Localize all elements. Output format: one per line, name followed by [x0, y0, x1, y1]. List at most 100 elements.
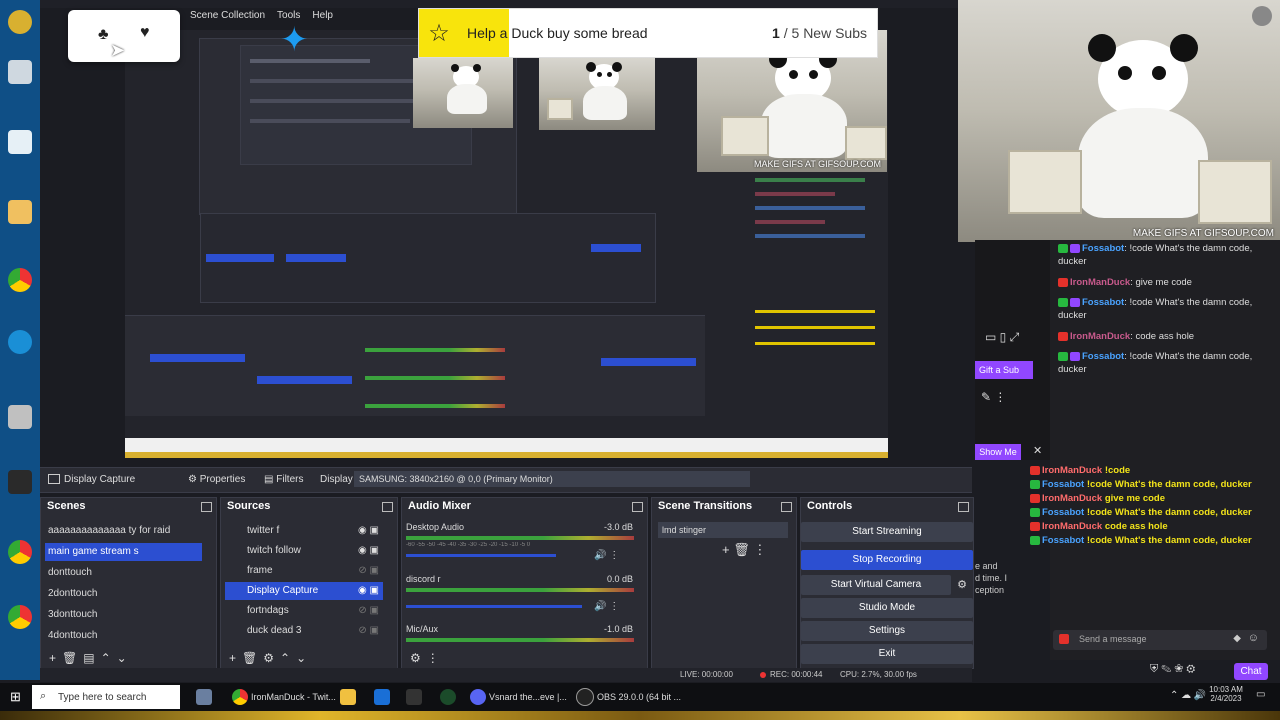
- desktop-file-icon[interactable]: [4, 200, 36, 224]
- emote-icon[interactable]: ☺: [1248, 632, 1259, 644]
- desktop-app-icon[interactable]: [4, 130, 36, 154]
- windows-taskbar: ⊞ ⌕ Type here to search IronManDuck - Tw…: [0, 683, 1280, 711]
- gift-sub-button[interactable]: Gift a Sub: [975, 361, 1033, 379]
- heart-icon[interactable]: ♥: [140, 24, 150, 42]
- nested-taskbar: [125, 438, 888, 452]
- sources-dock: Sources twitter f ◉ ▣ twitch follow ◉ ▣ fr…: [220, 497, 398, 669]
- nested-panda-gif: [413, 58, 513, 128]
- windows-start-icon[interactable]: ⊞: [10, 689, 21, 705]
- star-icon: ☆: [419, 9, 459, 57]
- tray-icons[interactable]: ⌃ ☁ 🔊: [1170, 690, 1206, 701]
- studio-mode-button[interactable]: Studio Mode: [801, 598, 973, 618]
- clock[interactable]: 10:03 AM 2/4/2023: [1208, 685, 1244, 703]
- source-item[interactable]: twitch follow ◉ ▣: [225, 542, 383, 560]
- up-icon[interactable]: ⌃: [280, 651, 290, 665]
- taskbar-chrome[interactable]: IronManDuck - Twit...: [232, 686, 336, 708]
- filter-icon[interactable]: ▤: [83, 651, 94, 665]
- chat-line: Fossabot: !code What's the damn code, du…: [1058, 243, 1253, 267]
- chat-button[interactable]: Chat: [1234, 663, 1268, 680]
- stop-recording-button[interactable]: Stop Recording: [801, 550, 973, 570]
- chat-tools-icons[interactable]: ⛨ ✎ ❀ ⚙: [1150, 663, 1195, 676]
- controls-title: Controls: [807, 500, 853, 512]
- taskbar-obs[interactable]: OBS 29.0.0 (64 bit ...: [576, 686, 681, 708]
- overlay-chat-line: Fossabot !code What's the damn code, duc…: [1030, 506, 1252, 520]
- bits-icon[interactable]: ◆: [1233, 633, 1241, 644]
- mouse-cursor-icon: ➤: [110, 40, 126, 60]
- properties-button[interactable]: ⚙ Properties: [188, 474, 245, 485]
- taskbar-app[interactable]: [196, 686, 212, 708]
- show-me-button[interactable]: Show Me: [975, 444, 1021, 460]
- scene-item[interactable]: donttouch: [45, 564, 202, 582]
- mixer-toolbar: ⚙ ⋮: [410, 650, 439, 666]
- taskbar-discord[interactable]: Vsnard the...eve |...: [470, 686, 567, 708]
- scene-item[interactable]: aaaaaaaaaaaaaa ty for raid: [45, 522, 202, 540]
- speaker-icon[interactable]: 🔊 ⋮: [594, 601, 619, 612]
- gear-icon[interactable]: ⚙: [263, 651, 274, 665]
- chat-line: Fossabot: !code What's the damn code, du…: [1058, 297, 1253, 321]
- taskbar-app[interactable]: [406, 686, 422, 708]
- transition-tools[interactable]: + 🗑 ⋮: [722, 542, 766, 558]
- menu-icon[interactable]: ⋮: [427, 651, 439, 665]
- send-message-field[interactable]: Send a message ◆ ☺: [1053, 630, 1267, 650]
- duck-avatar-icon[interactable]: [4, 10, 36, 34]
- volume-slider[interactable]: [406, 554, 556, 557]
- scene-item[interactable]: main game stream s: [45, 543, 202, 561]
- edit-icon[interactable]: ✎ ⋮: [981, 390, 1006, 404]
- settings-icon[interactable]: [1252, 6, 1272, 26]
- layout-icons[interactable]: ▭ ▯ ⤢: [985, 330, 1019, 345]
- source-toolbar: Display Capture ⚙ Properties ▤ Filters D…: [40, 467, 972, 493]
- bell-icon[interactable]: ♣: [98, 26, 109, 44]
- add-icon[interactable]: +: [229, 651, 236, 665]
- scene-item[interactable]: 2donttouch: [45, 585, 202, 603]
- trash-icon[interactable]: 🗑: [242, 651, 257, 665]
- selected-source-name: Display Capture: [64, 474, 136, 485]
- desktop-shortcut-icon[interactable]: [4, 405, 36, 429]
- undock-icon[interactable]: [201, 502, 212, 512]
- trash-icon[interactable]: 🗑: [62, 651, 77, 665]
- audio-meter: [406, 588, 634, 592]
- undock-icon[interactable]: [632, 502, 643, 512]
- display-select[interactable]: SAMSUNG: 3840x2160 @ 0,0 (Primary Monito…: [354, 471, 750, 487]
- add-icon[interactable]: +: [49, 651, 56, 665]
- chrome-icon[interactable]: [4, 540, 36, 564]
- chrome-icon[interactable]: [4, 268, 36, 292]
- taskbar-app[interactable]: [440, 686, 456, 708]
- recycle-bin-icon[interactable]: [4, 60, 36, 84]
- down-icon[interactable]: ⌄: [117, 651, 127, 665]
- desktop-icons: [0, 0, 40, 680]
- obs-preview[interactable]: MAKE GIFS AT GIFSOUP.COM: [125, 30, 888, 458]
- sources-title: Sources: [227, 500, 271, 512]
- virtual-camera-button[interactable]: Start Virtual Camera: [801, 575, 951, 595]
- gear-icon[interactable]: ⚙: [410, 651, 421, 665]
- source-item[interactable]: Display Capture ◉ ▣: [225, 582, 383, 600]
- source-item[interactable]: frame ⊘ ▣: [225, 562, 383, 580]
- exit-button[interactable]: Exit: [801, 644, 973, 664]
- close-icon[interactable]: ✕: [1033, 444, 1042, 457]
- chrome-icon[interactable]: [4, 605, 36, 629]
- speaker-icon[interactable]: 🔊 ⋮: [594, 550, 619, 561]
- source-item[interactable]: duck dead 3 ⊘ ▣: [225, 622, 383, 640]
- volume-slider[interactable]: [406, 605, 582, 608]
- menu-scene-collection[interactable]: Scene Collection: [190, 10, 265, 26]
- settings-button[interactable]: Settings: [801, 621, 973, 641]
- source-item[interactable]: fortndags ⊘ ▣: [225, 602, 383, 620]
- undock-icon[interactable]: [382, 502, 393, 512]
- notification-icon[interactable]: ▭: [1256, 689, 1265, 700]
- up-icon[interactable]: ⌃: [101, 651, 111, 665]
- source-item[interactable]: twitter f ◉ ▣: [225, 522, 383, 540]
- undock-icon[interactable]: [781, 502, 792, 512]
- desktop-shortcut-icon[interactable]: [4, 470, 36, 494]
- transition-select[interactable]: lmd stinger: [658, 522, 788, 538]
- scene-item[interactable]: 4donttouch: [45, 627, 202, 645]
- scene-item[interactable]: 3donttouch: [45, 606, 202, 624]
- gear-icon[interactable]: ⚙: [957, 578, 967, 591]
- taskbar-app[interactable]: [374, 686, 390, 708]
- undock-icon[interactable]: [958, 502, 969, 512]
- down-icon[interactable]: ⌄: [296, 651, 306, 665]
- edge-icon[interactable]: [4, 330, 36, 354]
- start-streaming-button[interactable]: Start Streaming: [801, 522, 973, 542]
- filters-button[interactable]: ▤ Filters: [264, 474, 303, 485]
- taskbar-search[interactable]: ⌕ Type here to search: [32, 685, 180, 709]
- taskbar-explorer[interactable]: [340, 686, 356, 708]
- chat-side-panel: ▭ ▯ ⤢ Gift a Sub ✎ ⋮ Show Me ✕: [975, 240, 1050, 460]
